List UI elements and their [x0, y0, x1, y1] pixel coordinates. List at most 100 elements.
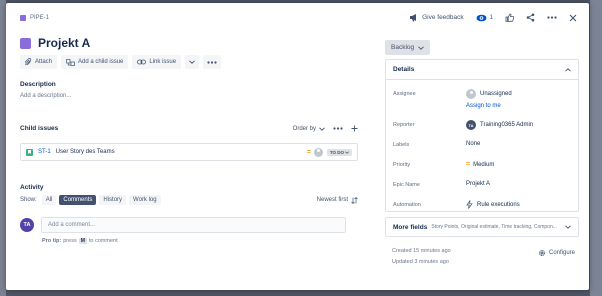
link-icon	[137, 59, 147, 65]
tab-comments[interactable]: Comments	[59, 195, 97, 205]
protip-suffix: to comment	[88, 238, 118, 244]
issue-title[interactable]: Projekt A	[38, 36, 90, 50]
reporter-value: Training0365 Admin	[480, 122, 534, 128]
protip: Pro tip: press M to comment	[42, 238, 118, 244]
priority-medium-icon: =	[306, 148, 311, 156]
child-issue-main: ST-1 User Story des Teams	[26, 148, 115, 156]
child-issue-icon	[66, 58, 75, 66]
order-by-button[interactable]: Order by	[293, 126, 325, 132]
child-issues-header: Child issues Order by	[20, 125, 358, 132]
attach-button[interactable]: Attach	[20, 55, 58, 69]
status-dropdown[interactable]: Backlog	[385, 40, 431, 55]
more-icon	[207, 60, 217, 64]
issue-modal: PIPE-1 Give feedback 1 Projekt A Attach …	[6, 3, 589, 290]
chevron-down-icon	[565, 225, 571, 229]
protip-key: M	[78, 238, 87, 244]
priority-field[interactable]: = Medium	[466, 161, 494, 168]
configure-label: Configure	[549, 250, 576, 256]
avatar: TA	[20, 218, 34, 232]
priority-value: Medium	[473, 161, 495, 168]
tab-all[interactable]: All	[41, 195, 57, 205]
priority-label: Priority	[393, 162, 411, 168]
link-issue-button[interactable]: Link issue	[132, 55, 182, 69]
show-label: Show:	[20, 197, 37, 203]
megaphone-icon	[410, 14, 417, 22]
epic-icon	[20, 15, 26, 21]
more-fields-sub: Story Points, Original estimate, Time tr…	[431, 224, 557, 230]
created-timestamp: Created 15 minutes ago	[392, 248, 451, 254]
more-fields-section[interactable]: More fields Story Points, Original estim…	[385, 217, 579, 237]
protip-press: press	[63, 238, 77, 244]
tab-history[interactable]: History	[99, 195, 127, 205]
activity-filter-row: Show: All Comments History Work log Newe…	[20, 195, 358, 205]
close-button[interactable]	[569, 14, 577, 22]
chevron-down-icon	[345, 150, 349, 154]
share-button[interactable]	[526, 13, 535, 22]
labels-value[interactable]: None	[466, 141, 480, 147]
child-status-dropdown[interactable]: TO DO	[326, 148, 352, 156]
configure-button[interactable]: Configure	[538, 249, 575, 257]
reporter-avatar: TA	[466, 120, 476, 130]
more-fields-text: More fields Story Points, Original estim…	[393, 224, 557, 231]
child-issue-summary[interactable]: User Story des Teams	[56, 149, 115, 155]
watch-button[interactable]: 1	[476, 14, 493, 22]
issue-toolbar: Attach Add a child issue Link issue	[20, 55, 222, 69]
toolbar-more-button[interactable]	[203, 55, 222, 69]
details-header[interactable]: Details	[386, 60, 578, 80]
link-issue-label: Link issue	[149, 59, 177, 65]
reporter-label: Reporter	[393, 122, 415, 128]
vote-button[interactable]	[505, 13, 514, 22]
issue-key[interactable]: PIPE-1	[30, 15, 49, 21]
chevron-down-icon	[189, 60, 195, 64]
lightning-icon	[466, 200, 473, 209]
chevron-up-icon	[565, 67, 571, 72]
share-icon	[526, 13, 535, 22]
description-heading: Description	[20, 81, 56, 88]
activity-heading: Activity	[20, 184, 44, 191]
assignee-value: Unassigned	[480, 91, 512, 97]
updated-timestamp: Updated 3 minutes ago	[392, 259, 449, 265]
description-field[interactable]: Add a description...	[20, 93, 71, 99]
more-actions-button[interactable]	[547, 16, 557, 19]
unassigned-avatar	[466, 89, 476, 99]
header-actions: Give feedback 1	[409, 13, 577, 22]
child-issue-row[interactable]: ST-1 User Story des Teams = TO DO	[20, 143, 358, 161]
comment-input[interactable]: Add a comment...	[41, 217, 346, 233]
assignee-avatar[interactable]	[313, 147, 323, 157]
tab-work-log[interactable]: Work log	[129, 195, 161, 205]
add-child-issue-button[interactable]: Add a child issue	[61, 55, 129, 69]
attach-label: Attach	[35, 59, 53, 65]
give-feedback-label: Give feedback	[422, 14, 464, 21]
more-icon	[547, 16, 557, 19]
status-label: Backlog	[391, 44, 415, 51]
child-status-label: TO DO	[329, 149, 344, 155]
issue-title-row: Projekt A	[20, 36, 90, 50]
sort-label: Newest first	[316, 197, 348, 203]
epic-icon	[20, 37, 31, 49]
thumbs-up-icon	[505, 13, 514, 22]
comment-row: TA Add a comment...	[20, 217, 346, 233]
link-dropdown-button[interactable]	[185, 55, 200, 69]
child-issue-meta: = TO DO	[306, 147, 352, 157]
epic-name-label: Epic Name	[393, 182, 420, 188]
more-icon[interactable]	[333, 127, 343, 130]
automation-value: Rule executions	[477, 201, 520, 208]
assignee-label: Assignee	[393, 91, 416, 97]
reporter-field[interactable]: TA Training0365 Admin	[466, 120, 533, 130]
assignee-field[interactable]: Unassigned	[466, 89, 512, 99]
add-child-label: Add a child issue	[78, 59, 124, 65]
epic-name-value[interactable]: Projekt A	[466, 181, 490, 187]
priority-medium-icon: =	[466, 161, 470, 168]
backdrop-right	[590, 0, 602, 296]
child-issue-key[interactable]: ST-1	[38, 149, 51, 155]
paperclip-icon	[25, 58, 32, 66]
plus-icon[interactable]	[351, 125, 358, 132]
sort-toggle[interactable]: Newest first	[316, 196, 358, 204]
issue-key-breadcrumb[interactable]: PIPE-1	[20, 15, 49, 21]
watchers-count: 1	[489, 14, 493, 21]
give-feedback-button[interactable]: Give feedback	[409, 13, 464, 22]
activity-tabs: Show: All Comments History Work log	[20, 195, 161, 205]
sort-icon	[351, 196, 358, 204]
assign-to-me-link[interactable]: Assign to me	[466, 103, 501, 109]
automation-field[interactable]: Rule executions	[466, 200, 520, 209]
